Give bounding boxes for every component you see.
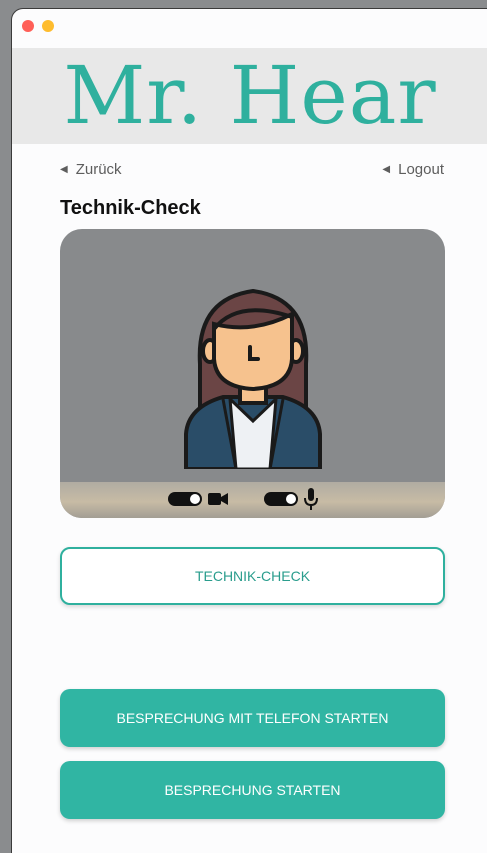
logout-link-label: Logout: [398, 161, 444, 178]
start-meeting-label: BESPRECHUNG STARTEN: [164, 782, 341, 798]
microphone-icon: [304, 488, 318, 510]
logout-link[interactable]: ◀ Logout: [382, 161, 444, 178]
video-preview: [60, 229, 445, 518]
window-controls: [22, 20, 54, 32]
top-nav: ◀ Zurück ◀ Logout: [60, 161, 444, 181]
logout-arrow-icon: ◀: [382, 164, 391, 175]
start-phone-meeting-label: BESPRECHUNG MIT TELEFON STARTEN: [116, 710, 389, 726]
app-logo: Mr. Hear: [63, 49, 437, 142]
microphone-switch[interactable]: [264, 492, 298, 506]
start-phone-meeting-button[interactable]: BESPRECHUNG MIT TELEFON STARTEN: [60, 689, 445, 747]
microphone-toggle[interactable]: [264, 488, 318, 510]
app-window: Mr. Hear ◀ Zurück ◀ Logout Technik-Check: [11, 8, 487, 853]
page-title: Technik-Check: [60, 197, 201, 219]
minimize-window-button[interactable]: [42, 20, 54, 32]
tech-check-button-label: TECHNIK-CHECK: [194, 568, 311, 584]
camera-switch[interactable]: [168, 492, 202, 506]
logo-banner: Mr. Hear: [12, 48, 487, 144]
user-avatar-icon: [184, 288, 322, 469]
close-window-button[interactable]: [22, 20, 34, 32]
media-controls: [168, 488, 318, 510]
tech-check-button[interactable]: TECHNIK-CHECK: [60, 547, 445, 605]
back-link[interactable]: ◀ Zurück: [60, 161, 122, 178]
camera-toggle[interactable]: [168, 492, 228, 506]
back-arrow-icon: ◀: [60, 164, 68, 175]
video-camera-icon: [208, 493, 228, 505]
back-link-label: Zurück: [75, 161, 122, 178]
start-meeting-button[interactable]: BESPRECHUNG STARTEN: [60, 761, 445, 819]
